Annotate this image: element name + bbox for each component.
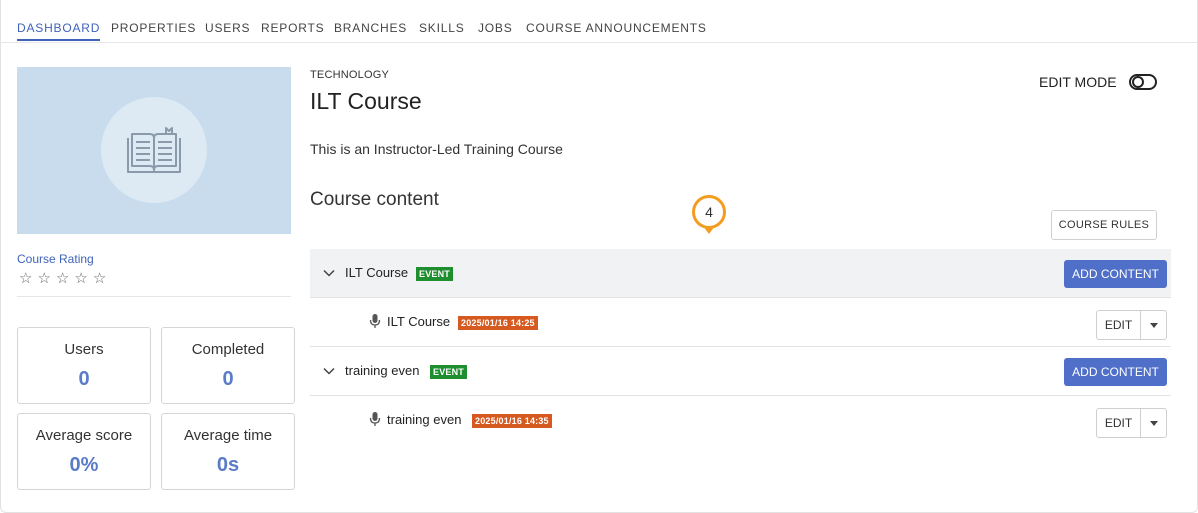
top-nav: DASHBOARD PROPERTIES USERS REPORTS BRANC… [0,0,1198,43]
date-badge: 2025/01/16 14:25 [458,316,538,330]
stat-label: Completed [191,341,265,358]
microphone-icon [369,314,381,328]
stat-value: 0s [216,454,240,476]
step-marker: 4 [692,195,726,237]
edit-button[interactable]: EDIT [1097,311,1141,339]
star-icon[interactable]: ☆ [19,270,32,288]
tab-skills[interactable]: SKILLS [419,21,465,35]
tab-properties[interactable]: PROPERTIES [111,21,196,35]
course-content-heading: Course content [310,189,439,210]
date-badge: 2025/01/16 14:35 [472,414,552,428]
stat-value: 0% [69,454,99,476]
tab-branches[interactable]: BRANCHES [334,21,407,35]
session-row: ILT Course 2025/01/16 14:25 EDIT [310,298,1171,347]
stat-label: Average time [183,427,273,444]
stat-label: Users [64,341,104,358]
chevron-down-icon[interactable] [322,266,336,280]
session-title[interactable]: training even [387,412,461,427]
stat-average-score: Average score 0% [17,413,151,490]
caret-down-icon[interactable] [1141,311,1166,339]
tab-course-announcements[interactable]: COURSE ANNOUNCEMENTS [526,21,707,35]
thumbnail-circle [101,97,207,203]
course-rules-button[interactable]: COURSE RULES [1051,210,1157,240]
edit-button[interactable]: EDIT [1097,409,1141,437]
tab-jobs[interactable]: JOBS [478,21,513,35]
unit-row: ILT Course EVENT ADD CONTENT [310,249,1171,298]
stat-users: Users 0 [17,327,151,404]
tab-reports[interactable]: REPORTS [261,21,324,35]
unit-title[interactable]: training even [345,363,419,378]
stat-label: Average score [35,427,133,444]
course-thumbnail [17,67,291,234]
add-content-button[interactable]: ADD CONTENT [1064,260,1167,288]
edit-mode-toggle[interactable]: EDIT MODE [1039,74,1157,90]
course-rating-label: Course Rating [17,252,94,266]
stat-value: 0 [78,368,90,390]
star-icon[interactable]: ☆ [37,270,50,288]
star-icon[interactable]: ☆ [56,270,69,288]
add-content-button[interactable]: ADD CONTENT [1064,358,1167,386]
step-marker-number: 4 [692,195,726,229]
session-row: training even 2025/01/16 14:35 EDIT [310,396,1171,445]
course-category: TECHNOLOGY [310,69,390,81]
unit-title[interactable]: ILT Course [345,265,408,280]
star-icon[interactable]: ☆ [93,270,106,288]
unit-row: training even EVENT ADD CONTENT [310,347,1171,396]
divider [17,296,291,297]
tab-dashboard[interactable]: DASHBOARD [17,21,101,41]
chevron-down-icon[interactable] [322,364,336,378]
microphone-icon [369,412,381,426]
stat-completed: Completed 0 [161,327,295,404]
book-icon [127,127,181,173]
edit-split-button: EDIT [1096,408,1167,438]
event-badge: EVENT [430,365,468,379]
edit-split-button: EDIT [1096,310,1167,340]
edit-mode-label: EDIT MODE [1039,74,1117,90]
toggle-icon[interactable] [1128,74,1157,90]
event-badge: EVENT [416,267,454,281]
page-title: ILT Course [310,88,422,114]
rating-stars[interactable]: ☆ ☆ ☆ ☆ ☆ [19,270,106,288]
tab-users[interactable]: USERS [205,21,250,35]
session-title[interactable]: ILT Course [387,314,450,329]
caret-down-icon[interactable] [1141,409,1166,437]
star-icon[interactable]: ☆ [74,270,87,288]
marker-pointer-icon [703,226,715,234]
course-description: This is an Instructor-Led Training Cours… [310,141,563,157]
stat-value: 0 [222,368,234,390]
stat-average-time: Average time 0s [161,413,295,490]
